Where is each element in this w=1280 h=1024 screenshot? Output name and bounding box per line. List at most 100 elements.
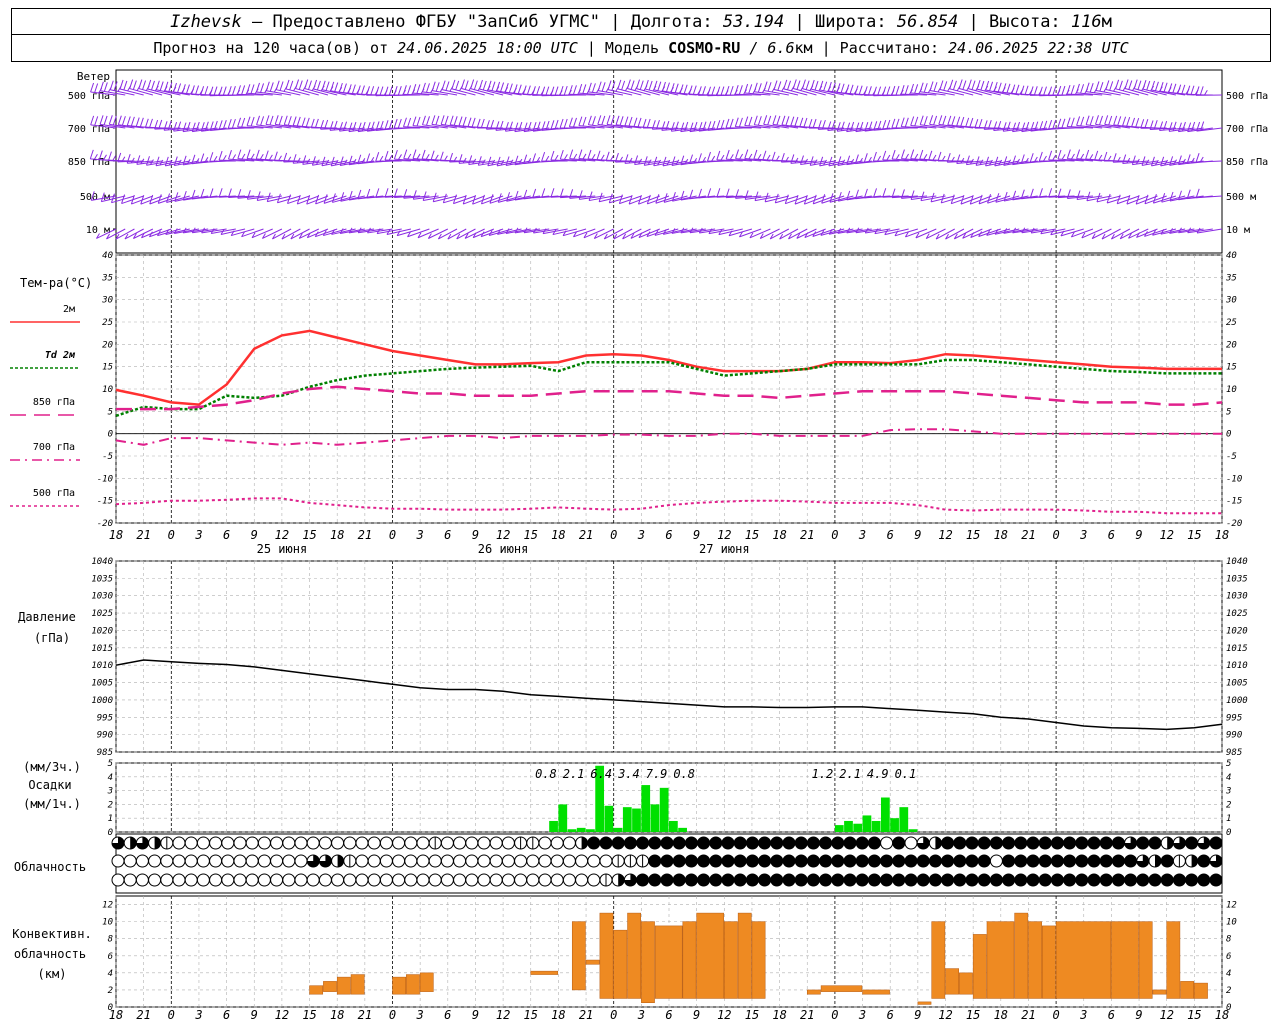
x-tick-label: 9 (251, 528, 258, 542)
barb-feather (526, 85, 531, 95)
barb-feather (716, 120, 721, 130)
cloud-fill-full (1075, 855, 1088, 867)
wind-barb (264, 150, 292, 162)
cloud-fill-full (856, 837, 869, 849)
x-tick-label: 9 (472, 528, 479, 542)
barb-feather (619, 116, 624, 126)
y-tick-label-right: 15 (1226, 363, 1237, 373)
barb-feather (980, 80, 985, 91)
x-tick-label: 15 (1187, 1008, 1201, 1022)
y-tick-label-right: 1025 (1226, 609, 1248, 619)
y-tick-label-right: -10 (1226, 474, 1242, 484)
y-tick-label: 1020 (91, 626, 113, 636)
precip-bar (604, 805, 614, 832)
cloud-cover-icon (416, 836, 430, 850)
cloud-fill-full (978, 874, 991, 886)
cloud-cover-icon (989, 873, 1003, 887)
barb-feather (974, 119, 979, 129)
cloud-cover-icon (1087, 873, 1101, 887)
barb-feather (1181, 84, 1186, 95)
precip-total-label: 1.2 (812, 767, 834, 781)
barb-feather (273, 151, 278, 161)
barb-feather (738, 85, 743, 95)
cloud-cover-icon (489, 854, 503, 868)
conv-bar (613, 929, 628, 999)
precip-bar (890, 818, 899, 832)
cloud-fill-full (831, 837, 844, 849)
cloud-fill-full (966, 855, 978, 867)
x-tick-label: 3 (637, 528, 645, 542)
y-tick-label: 40 (102, 251, 113, 261)
wind-barb (255, 149, 282, 162)
x-tick-label: 3 (1079, 1008, 1087, 1022)
cloud-cover-icon (184, 854, 198, 868)
wind-barb (707, 86, 734, 97)
x-tick-label: 3 (194, 528, 202, 542)
cloud-cover-icon (257, 854, 271, 868)
barb-feather (568, 117, 573, 127)
cloud-fill-full (868, 874, 881, 886)
cloud-fill-full (941, 855, 954, 867)
cloud-cover-icon (440, 836, 454, 850)
cloud-cover-icon (599, 836, 613, 850)
cloud-fill-full (929, 855, 942, 867)
legend-label: 850 гПа (33, 397, 75, 408)
barb-feather (453, 116, 458, 126)
day-label: 25 июня (257, 542, 308, 556)
x-tick-label: 21 (579, 528, 593, 542)
cloud-circle (599, 854, 613, 868)
cloud-cover-icon (672, 836, 686, 850)
cloud-cover-icon (843, 873, 857, 887)
barb-feather (186, 84, 190, 94)
cloud-cover-icon (343, 854, 357, 868)
barb-feather (1002, 122, 1007, 132)
barb-feather (867, 86, 872, 96)
barb-feather (636, 79, 641, 89)
cloud-cover-icon (965, 873, 979, 887)
barb-feather (265, 115, 270, 125)
cloud-fill-full (1112, 855, 1125, 867)
barb-feather (763, 81, 768, 91)
cloud-fill-full (795, 855, 808, 867)
barb-feather (900, 117, 905, 127)
conv-bar (959, 972, 973, 995)
barb-feather (151, 80, 155, 91)
barb-feather (808, 118, 813, 129)
cloud-fill-full (1039, 874, 1052, 886)
cloud-cover-icon (184, 836, 198, 850)
barb-feather (1096, 192, 1101, 203)
cloud-cover-icon (599, 854, 613, 868)
barb-feather (1070, 117, 1075, 127)
x-tick-label: 18 (994, 528, 1008, 542)
x-tick-label: 6 (444, 528, 451, 542)
barb-feather (1103, 151, 1108, 162)
cloud-cover-icon (880, 854, 894, 868)
x-tick-label: 9 (693, 1008, 700, 1022)
barb-feather (764, 192, 769, 202)
wind-barb (190, 85, 218, 96)
barb-feather (434, 154, 439, 161)
cloud-cover-icon (1124, 854, 1138, 868)
wind-barb (541, 86, 568, 97)
barb-feather (407, 85, 412, 95)
barb-feather (626, 79, 631, 89)
barb-feather (1033, 86, 1038, 96)
cloud-circle (355, 836, 369, 850)
conv-bar (654, 925, 683, 999)
cloud-fill-full (868, 855, 881, 867)
y-tick-label: 0 (108, 430, 113, 440)
barb-feather (218, 120, 223, 130)
cloud-fill-full (1039, 837, 1052, 849)
barb-feather (264, 150, 269, 160)
barb-feather (600, 154, 605, 161)
cloud-circle (440, 836, 454, 850)
barb-feather (430, 150, 435, 160)
wind-barb (1081, 228, 1103, 239)
cloud-fill-full (746, 837, 759, 849)
cloud-cover-icon (318, 836, 332, 850)
barb-feather (559, 85, 564, 96)
barb-feather (1137, 80, 1142, 90)
barb-feather (910, 116, 915, 126)
wind-barb (854, 85, 881, 96)
wind-barb (1029, 86, 1057, 96)
